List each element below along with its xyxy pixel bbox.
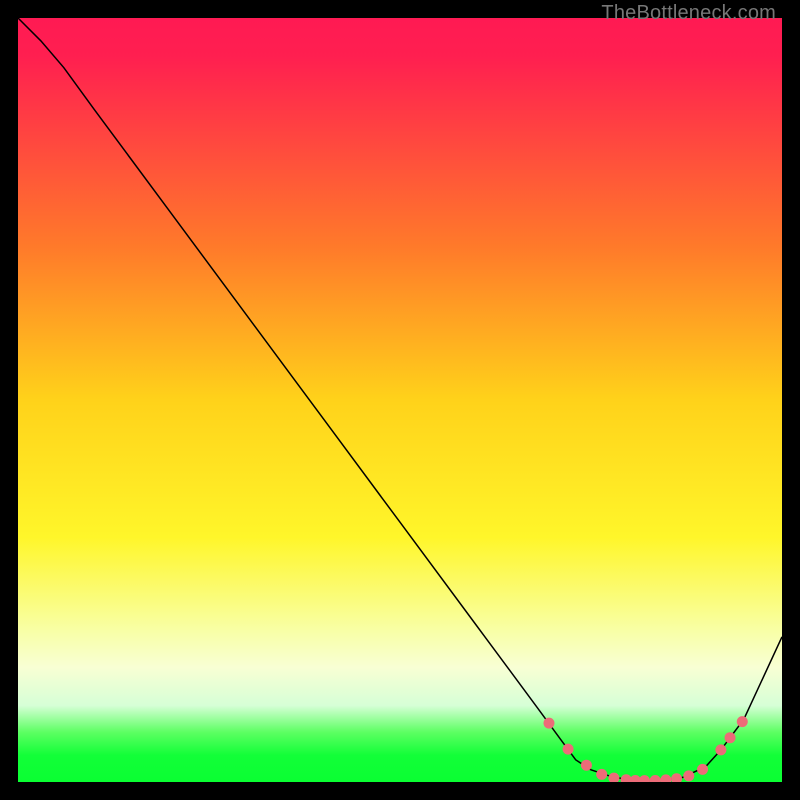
curve-marker [697,764,708,775]
curve-marker [725,732,736,743]
chart-stage: { "watermark": "TheBottleneck.com", "cha… [0,0,800,800]
chart-plot [18,18,782,782]
curve-marker [683,770,694,781]
curve-marker [596,769,607,780]
curve-marker [563,744,574,755]
curve-marker [737,716,748,727]
curve-marker [543,718,554,729]
curve-marker [581,760,592,771]
chart-background [18,18,782,782]
curve-marker [715,744,726,755]
